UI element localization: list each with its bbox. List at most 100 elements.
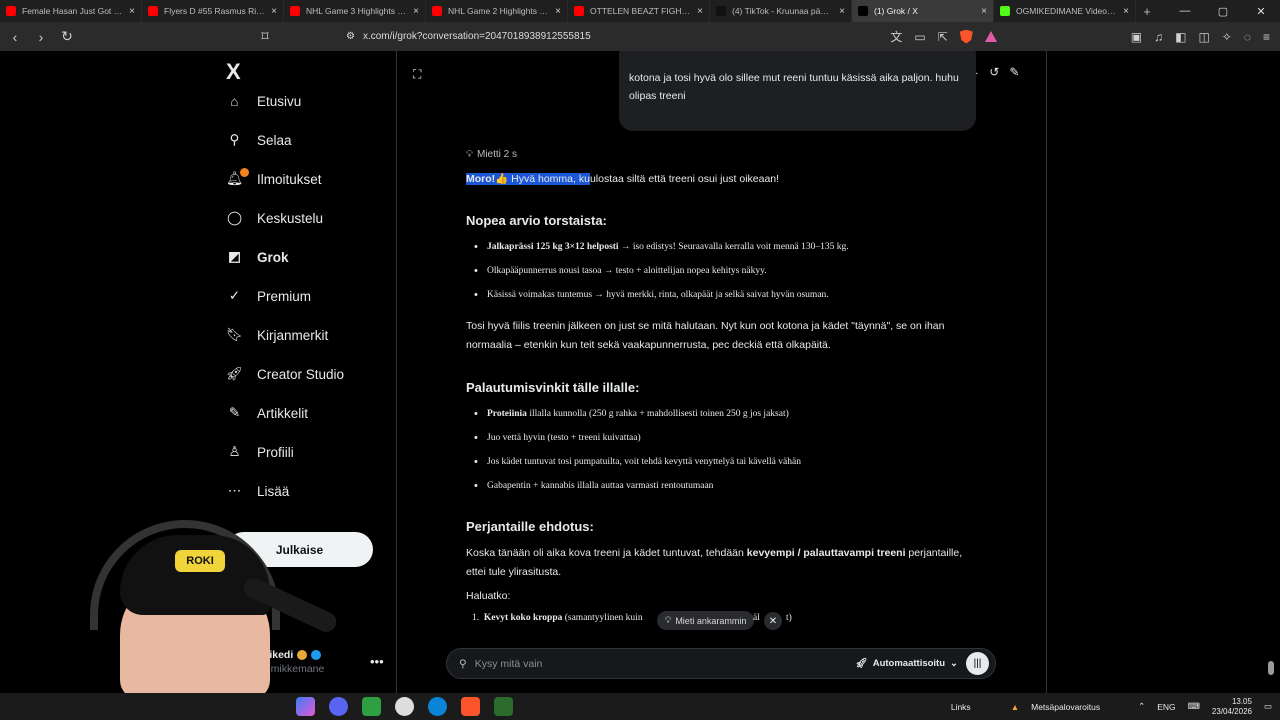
- sidebar-item-selaa[interactable]: ⚲ Selaa: [226, 129, 292, 151]
- browser-tab[interactable]: OTTELEN BEAZT FIGHTISSA! - ×: [568, 0, 710, 22]
- intro-rest: ulostaa siltä että treeni osui just oike…: [589, 173, 780, 185]
- chat-input[interactable]: [474, 657, 848, 670]
- tab-close-icon[interactable]: ×: [839, 6, 845, 17]
- dismiss-think-icon[interactable]: ✕: [764, 612, 782, 630]
- minimize-icon[interactable]: —: [1166, 0, 1204, 22]
- sidebar-item-label: Keskustelu: [257, 210, 324, 226]
- leo-icon[interactable]: ✧: [1222, 30, 1232, 44]
- brave-rewards-icon[interactable]: [984, 31, 997, 42]
- new-chat-icon[interactable]: ✎: [1009, 65, 1019, 79]
- browser-tab[interactable]: NHL Game 3 Highlights | Peng... ×: [284, 0, 426, 22]
- reload-icon[interactable]: ↻: [58, 28, 76, 45]
- sidebar-item-kirjanmerkit[interactable]: 🔖︎ Kirjanmerkit: [226, 324, 328, 346]
- sidebar-item-keskustelu[interactable]: ◯ Keskustelu: [226, 207, 323, 229]
- notification-icon[interactable]: ▭: [1264, 701, 1272, 712]
- links-toolbar[interactable]: Links: [951, 702, 971, 712]
- tab-favicon-icon: [716, 6, 726, 16]
- share-icon[interactable]: ⇱: [938, 30, 948, 44]
- list-item-text: Juo vettä hyvin (testo + treeni kuivatta…: [487, 433, 641, 443]
- panel-icon[interactable]: ◧: [1175, 30, 1186, 44]
- browser-tab[interactable]: NHL Game 2 Highlights | Duck... ×: [426, 0, 568, 22]
- back-icon[interactable]: ‹: [6, 29, 24, 45]
- sidebar-item-lisää[interactable]: ⋯ Lisää: [226, 480, 290, 502]
- verified-icon: [311, 650, 322, 660]
- sidebar-item-etusivu[interactable]: ⌂ Etusivu: [226, 90, 301, 112]
- tab-favicon-icon: [1000, 6, 1010, 16]
- tab-close-icon[interactable]: ×: [129, 6, 135, 17]
- clock[interactable]: 13.05 23/04/2026: [1212, 697, 1252, 717]
- sidebar-item-creator-studio[interactable]: 🚀︎ Creator Studio: [226, 363, 344, 385]
- voice-mode-icon[interactable]: |||: [966, 652, 989, 675]
- copilot-icon[interactable]: [296, 697, 315, 716]
- forward-icon[interactable]: ›: [32, 29, 50, 45]
- edge-icon[interactable]: [428, 697, 447, 716]
- media-icon[interactable]: ♫: [1154, 30, 1163, 44]
- sidebar-item-profiili[interactable]: ♙ Profiili: [226, 441, 293, 463]
- discord-icon[interactable]: [329, 697, 348, 716]
- steam-like-icon[interactable]: [362, 697, 381, 716]
- page-scrollbar[interactable]: [1268, 661, 1274, 675]
- history-icon[interactable]: ↺: [989, 65, 999, 79]
- mode-selector[interactable]: 🚀︎ Automaattisoitu ⌄: [856, 658, 958, 669]
- tab-close-icon[interactable]: ×: [271, 6, 277, 17]
- sidebar-toggle-icon[interactable]: ▣: [1131, 30, 1142, 44]
- friday-text-bold: kevyempi / palauttavampi treeni: [746, 547, 906, 559]
- chevron-down-icon: ⌄: [950, 658, 958, 669]
- language-indicator[interactable]: ENG: [1157, 702, 1175, 712]
- kick-icon[interactable]: [494, 697, 513, 716]
- browser-tab[interactable]: (4) TikTok - Kruunaa pääväsi ×: [710, 0, 852, 22]
- attach-icon[interactable]: ⚲: [459, 658, 467, 670]
- tab-close-icon[interactable]: ×: [981, 6, 987, 17]
- vpn-icon[interactable]: ◌: [1244, 30, 1251, 44]
- browser-tab[interactable]: OGMIKEDIMANE Videos - Wat... ×: [994, 0, 1136, 22]
- menu-icon[interactable]: ≡: [1263, 30, 1270, 44]
- sidebar-item-premium[interactable]: ✓ Premium: [226, 285, 311, 307]
- weather-text[interactable]: Metsäpalovaroitus: [1031, 702, 1100, 712]
- tab-close-icon[interactable]: ×: [697, 6, 703, 17]
- friday-text-pre: Koska tänään oli aika kova treeni ja käd…: [466, 547, 747, 559]
- sidebar-item-grok[interactable]: ◩ Grok: [226, 246, 288, 268]
- maximize-icon[interactable]: ▢: [1204, 0, 1242, 22]
- list-item: Proteiinia illalla kunnolla (250 g rahka…: [474, 407, 801, 431]
- new-tab-button[interactable]: +: [1136, 0, 1158, 22]
- browser-tab[interactable]: Flyers D #55 Rasmus Ristolaine... ×: [142, 0, 284, 22]
- list-item: Gabapentin + kannabis illalla auttaa var…: [474, 479, 801, 503]
- browser-tab[interactable]: (1) Grok / X ×: [852, 0, 994, 22]
- url-bar[interactable]: ⚙ x.com/i/grok?conversation=204701893891…: [338, 27, 728, 47]
- sidebar-item-label: Creator Studio: [257, 366, 345, 382]
- rocket-icon: 🚀︎: [225, 366, 244, 381]
- close-window-icon[interactable]: ✕: [1242, 0, 1280, 22]
- network-icon[interactable]: ⌨: [1188, 701, 1200, 712]
- chat-icon: ◯: [226, 210, 243, 225]
- thought-label: Mietti 2 s: [477, 149, 518, 160]
- expand-icon[interactable]: ⛶: [413, 67, 421, 82]
- brave-shield-icon[interactable]: [959, 29, 973, 44]
- browser-tab[interactable]: Female Hasan Just Got Comp... ×: [0, 0, 142, 22]
- list-item-bold: Proteiinia: [487, 409, 527, 419]
- bookmark-icon: 🔖︎: [225, 327, 244, 342]
- sidebar-item-artikkelit[interactable]: ✎ Artikkelit: [226, 402, 308, 424]
- x-logo[interactable]: X: [226, 59, 241, 85]
- translate-icon[interactable]: 文: [890, 28, 902, 45]
- chevron-up-icon[interactable]: ⌃: [1138, 701, 1145, 712]
- sidebar-item-ilmoitukset[interactable]: 🔔︎ Ilmoitukset: [226, 167, 322, 190]
- obs-icon[interactable]: [395, 697, 414, 716]
- tab-close-icon[interactable]: ×: [555, 6, 561, 17]
- think-harder-button[interactable]: 💡︎ Mieti ankarammin: [657, 611, 755, 630]
- cast-icon[interactable]: ▭: [914, 30, 925, 44]
- cap-logo: ROKI: [175, 550, 225, 572]
- url-text: x.com/i/grok?conversation=20470189389125…: [362, 31, 591, 42]
- tab-close-icon[interactable]: ×: [1123, 6, 1129, 17]
- bookmark-page-icon[interactable]: ⌑: [256, 28, 274, 45]
- tab-favicon-icon: [858, 6, 868, 16]
- sidebar-item-label: Kirjanmerkit: [257, 327, 329, 343]
- brave-icon[interactable]: [461, 697, 480, 716]
- address-right-icons: 文 ▭ ⇱ ▣ ♫ ◧ ◫ ✧ ◌ ≡: [890, 28, 1274, 45]
- more-dots-icon[interactable]: •••: [370, 654, 384, 669]
- wallet-icon[interactable]: ◫: [1198, 30, 1209, 44]
- taskbar-apps: [296, 697, 513, 716]
- list-item-text: Jos kädet tuntuvat tosi pumpatuilta, voi…: [487, 457, 801, 467]
- tab-close-icon[interactable]: ×: [413, 6, 419, 17]
- thought-summary[interactable]: 💡︎ Mietti 2 s: [466, 149, 517, 160]
- site-info-icon[interactable]: ⚙: [346, 31, 355, 42]
